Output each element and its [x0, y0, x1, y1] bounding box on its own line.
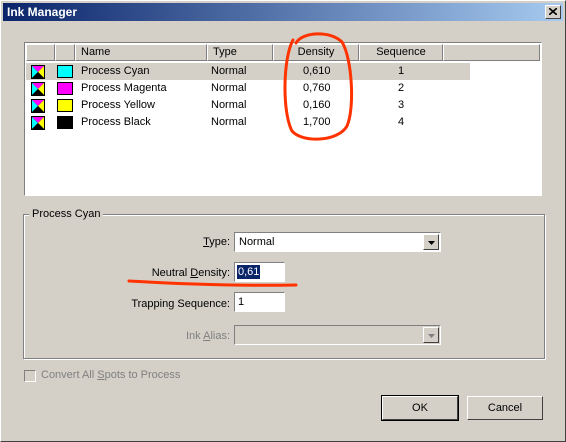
ink-row-process-magenta[interactable]: Process Magenta Normal 0,760 2	[26, 80, 470, 97]
neutral-density-label: Neutral Density:	[151, 267, 230, 279]
ink-type: Normal	[211, 116, 247, 128]
ok-button[interactable]: OK	[381, 395, 459, 421]
ink-sequence: 1	[398, 65, 405, 77]
color-swatch-cyan	[57, 65, 73, 78]
type-dropdown[interactable]: Normal	[234, 232, 441, 252]
process-ink-icon	[31, 99, 45, 113]
neutral-density-field[interactable]: 0,61	[234, 262, 285, 282]
ink-row-process-cyan[interactable]: Process Cyan Normal 0,610 1	[26, 63, 470, 80]
process-ink-icon	[31, 82, 45, 96]
ink-sequence: 4	[398, 116, 405, 128]
header-filler	[443, 44, 540, 61]
header-sequence[interactable]: Sequence	[359, 44, 443, 61]
type-label: Type:	[203, 236, 230, 248]
ink-type: Normal	[211, 82, 247, 94]
chevron-down-icon	[428, 334, 435, 338]
ink-type: Normal	[211, 99, 247, 111]
type-dropdown-arrow[interactable]	[423, 234, 439, 250]
color-swatch-yellow	[57, 99, 73, 112]
ink-name: Process Magenta	[81, 82, 167, 94]
group-title: Process Cyan	[29, 208, 104, 220]
list-header: Name Type Density Sequence	[26, 44, 540, 61]
convert-spots-label: Convert All Spots to Process	[41, 369, 181, 381]
ink-row-process-black[interactable]: Process Black Normal 1,700 4	[26, 114, 470, 131]
ink-type: Normal	[211, 65, 247, 77]
process-ink-icon	[31, 65, 45, 79]
header-density[interactable]: Density	[273, 44, 359, 61]
color-swatch-magenta	[57, 82, 73, 95]
ink-sequence: 3	[398, 99, 405, 111]
convert-spots-checkbox[interactable]	[24, 370, 36, 382]
ink-name: Process Black	[81, 116, 151, 128]
color-swatch-black	[57, 116, 73, 129]
ink-density: 0,160	[303, 99, 331, 111]
type-value: Normal	[239, 236, 275, 248]
trapping-sequence-value: 1	[238, 296, 245, 308]
trapping-sequence-field[interactable]: 1	[234, 292, 285, 312]
ink-alias-dropdown[interactable]	[234, 325, 441, 345]
ink-list[interactable]: Name Type Density Sequence Process Cyan …	[24, 42, 542, 196]
header-icon-column[interactable]	[26, 44, 55, 61]
header-swatch-column[interactable]	[55, 44, 75, 61]
header-name[interactable]: Name	[75, 44, 207, 61]
ink-name: Process Cyan	[81, 65, 150, 77]
window-title: Ink Manager	[7, 5, 78, 19]
ink-row-process-yellow[interactable]: Process Yellow Normal 0,160 3	[26, 97, 470, 114]
title-bar: Ink Manager	[3, 3, 563, 21]
ink-sequence: 2	[398, 82, 405, 94]
process-ink-icon	[31, 116, 45, 130]
chevron-down-icon	[428, 241, 435, 245]
close-icon	[549, 8, 557, 15]
close-button[interactable]	[545, 5, 561, 19]
ink-alias-dropdown-arrow[interactable]	[423, 327, 439, 343]
ink-alias-label: Ink Alias:	[185, 330, 230, 342]
ink-density: 0,610	[303, 65, 331, 77]
trapping-sequence-label: Trapping Sequence:	[131, 298, 230, 310]
header-type[interactable]: Type	[207, 44, 273, 61]
ink-density: 0,760	[303, 82, 331, 94]
cancel-button[interactable]: Cancel	[467, 396, 543, 420]
ink-name: Process Yellow	[81, 99, 155, 111]
ink-density: 1,700	[303, 116, 331, 128]
neutral-density-value: 0,61	[237, 265, 261, 279]
